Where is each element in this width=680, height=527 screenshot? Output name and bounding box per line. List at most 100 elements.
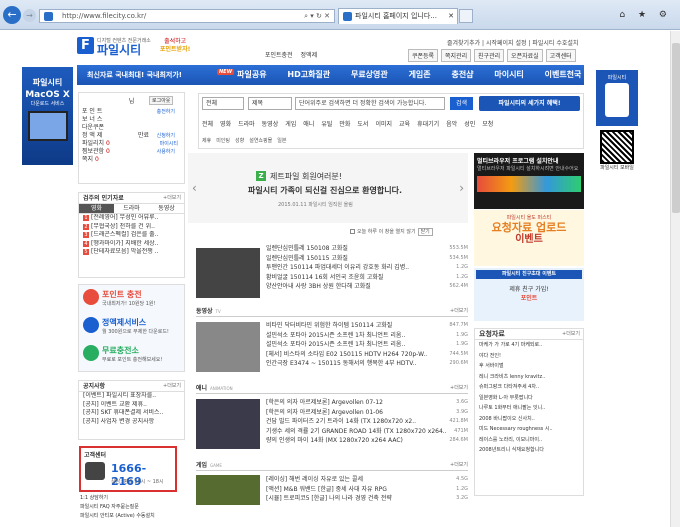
list-item[interactable]: 4 [땡과마이가] 지배한 세상..	[79, 240, 184, 249]
notice-more-link[interactable]: +더보기	[163, 381, 181, 392]
subscription-link[interactable]: 정액제	[301, 52, 318, 59]
nav-item-free[interactable]: 무료상영관	[351, 69, 388, 80]
back-button[interactable]: ←	[3, 6, 21, 24]
support-button[interactable]: 고객센터	[545, 49, 576, 62]
cat-video[interactable]: 동영상	[262, 121, 279, 128]
list-item[interactable]: [체서] 비스타의 소타입 E02 150115 HDTV H264 720p-…	[266, 350, 468, 360]
qr-code-block[interactable]: 파일시티 모바일	[596, 130, 638, 174]
scrollbar-thumb[interactable]	[672, 43, 680, 213]
vertical-scrollbar[interactable]	[670, 31, 680, 527]
list-item[interactable]: [공지] 이벤트 교환 제휴..	[79, 401, 184, 410]
nav-item-shop[interactable]: 충전샵	[451, 69, 473, 80]
list-item[interactable]: [이벤트] 파일시티 표창자를..	[79, 392, 184, 401]
consult-link[interactable]: 1:1 상담하기	[80, 494, 185, 503]
list-item[interactable]: 5 [단테자료모음] 막을전쟁 ..	[79, 248, 184, 257]
cat-book[interactable]: 도서	[357, 121, 368, 128]
benefits-banner[interactable]: 파일시티의 세가지 혜택!	[479, 96, 580, 111]
category-select[interactable]: 전체	[202, 97, 244, 110]
list-item[interactable]: [시뮬] 트로피코5 [한글] 나의 나라 경영 건축 전략 3.2G	[266, 494, 468, 504]
list-item[interactable]: 일렌단심민틀레 150115 고화질 534.5M	[266, 254, 468, 264]
friend-invite-ad[interactable]: 파일시티 친구초대 이벤트 제휴 친구 가입! 포인트	[474, 268, 584, 321]
site-logo-icon[interactable]: F	[77, 37, 94, 54]
activex-link[interactable]: 파일시티 안티포 (Active) 수동설치	[80, 512, 185, 521]
multibrowser-ad[interactable]: 멀티브라우저 프로그램 설치안내 멀티브라우저 파일시티 설치하시려면 안내수어…	[474, 153, 584, 209]
coupon-button[interactable]: 쿠폰등록	[408, 49, 439, 62]
cat-music[interactable]: 음악	[446, 121, 457, 128]
friends-button[interactable]: 친구관리	[474, 49, 505, 62]
video-more-link[interactable]: +더보기	[450, 306, 468, 317]
forward-button[interactable]: →	[23, 9, 36, 22]
game-more-link[interactable]: +더보기	[450, 460, 468, 471]
list-item[interactable]: 량의 인생의 마이 14화 (MX 1280x720 x264 AAC) 284.…	[266, 436, 468, 446]
cat-mobile[interactable]: 휴대기기	[417, 121, 439, 128]
upload-event-ad[interactable]: 파일시티 올도 퍼스티 요청자료 업로드 이벤트	[474, 210, 584, 266]
attendance-promo[interactable]: 출석하고 포인트받자!	[160, 38, 190, 54]
list-item[interactable]: [학은의 의자 아르제보론] Argevollen 01-06 3.9G	[266, 408, 468, 418]
search-input[interactable]: 단어위주로 검색하면 더 정확한 검색이 가능합니다.	[295, 97, 445, 110]
nav-item-mycity[interactable]: 마이시티	[494, 69, 523, 80]
list-item[interactable]: [액션] M&B 워밴드 [한글] 중세 사대 자유 RPG 1.2G	[266, 485, 468, 495]
faq-link[interactable]: 파일시티 FAQ 자주묻는질문	[80, 503, 185, 512]
list-item[interactable]: 인간극장 E3474 ~ 150115 동해서의 행복한 4부 HDTV.. 29…	[266, 359, 468, 369]
subcat-shop[interactable]: 설연쇼핑몰	[249, 138, 272, 144]
address-bar[interactable]: http://www.filecity.co.kr/ ⌕ ▾ ↻ ✕	[39, 9, 335, 23]
site-logo[interactable]: 디지털 컨텐츠 전문거래소 파일시티	[97, 37, 157, 57]
search-button[interactable]: 검색	[450, 97, 473, 110]
tab-video[interactable]: 동영상	[149, 204, 184, 213]
mobile-ad-banner[interactable]: 파일시티	[596, 70, 638, 126]
free-charge-service[interactable]: 무료충전소 무료로 포인트 충전해보세요!	[83, 345, 183, 363]
cat-edu[interactable]: 교육	[399, 121, 410, 128]
list-item[interactable]: 양산안아내 사랑 3BH 상원 한다해 고화질 562.4M	[266, 282, 468, 292]
cat-movie[interactable]: 영화	[220, 121, 231, 128]
list-item[interactable]: 3 [드래곤스펙컬] 검은를 출..	[79, 231, 184, 240]
list-item[interactable]: [공지] SKT 휴대폰결제 서비스..	[79, 409, 184, 418]
message-button[interactable]: 쪽지관리	[441, 49, 472, 62]
subcat-japan[interactable]: 일본	[277, 138, 286, 144]
list-item[interactable]: 투맨인간 150114 파업대세더 이유리 강호동 화리 김병.. 1.2G	[266, 263, 468, 273]
list-item[interactable]: 야다 전인!	[475, 351, 583, 362]
subscribe-link[interactable]: 신청하기	[157, 132, 175, 140]
cat-game[interactable]: 게임	[285, 121, 296, 128]
field-select[interactable]: 제목	[248, 97, 292, 110]
list-item[interactable]: 설민석소 포타아 2015시즌 소프렌 1차 최니언트 리옴.. 1.9G	[266, 331, 468, 341]
subscription-service[interactable]: 정액제서비스 월 300원으로 무제한 다운로드!	[83, 317, 183, 335]
list-item[interactable]: 레이스를 노라리, 이모니마이..	[475, 435, 583, 446]
list-item[interactable]: [학은의 의자 아르제보론] Argevollen 07-12 3.6G	[266, 398, 468, 408]
open-archive-button[interactable]: 오픈자료실	[507, 49, 543, 62]
list-item[interactable]: 2 [무협국상] 천하를 건 위..	[79, 223, 184, 232]
cat-util[interactable]: 유틸	[321, 121, 332, 128]
list-item[interactable]: 일본영화 L-아 무릇팝니다	[475, 393, 583, 404]
customer-center[interactable]: 고객센터 1666-2169 상담: 평일 10시 ~ 18시	[79, 446, 177, 492]
subcat-style[interactable]: 성향	[235, 138, 244, 144]
anime-more-link[interactable]: +더보기	[450, 383, 468, 394]
use-link[interactable]: 사용하기	[157, 148, 175, 156]
tab-close-icon[interactable]: ✕	[448, 9, 454, 24]
list-item[interactable]: [레이싱] 해번 레이싱 자유로 있는 콜세 4.5G	[266, 475, 468, 485]
macos-ad-banner[interactable]: 파일시티 MacOS X 다운로드 서비스	[22, 67, 73, 165]
list-item[interactable]: 기생수 세의 격률 2기 GRANDE ROAD 14화 (TX 1280x72…	[266, 427, 468, 437]
list-item[interactable]: 일렌단심민틀레 150108 고화질 553.5M	[266, 244, 468, 254]
point-charge-link[interactable]: 포인트충전	[265, 52, 293, 59]
anime-thumbnail[interactable]	[196, 399, 260, 449]
nav-item-fileshare[interactable]: NEW 파일공유	[217, 69, 267, 80]
video-thumbnail[interactable]	[196, 248, 260, 298]
point-charge-service[interactable]: 포인트 충전 국내최저가! 10원당 1원!	[83, 289, 183, 307]
cat-comic[interactable]: 만화	[339, 121, 350, 128]
list-item[interactable]: 후 서바이벌	[475, 361, 583, 372]
list-item[interactable]: 레니 크라비츠 lenny kravitz..	[475, 372, 583, 383]
cat-adult[interactable]: 성인	[464, 121, 475, 128]
top-utility-links[interactable]: 즐겨찾기추가 | 시작페이지 설정 | 파일시티 수호설치	[447, 38, 578, 47]
nav-item-hd[interactable]: HD고화질관	[287, 69, 330, 80]
cat-image[interactable]: 이미지	[375, 121, 392, 128]
browser-tab[interactable]: 파일시티 홈페이지 입니다... ✕	[338, 8, 458, 24]
game-thumbnail[interactable]	[196, 475, 260, 505]
list-item[interactable]: 나루토 1화부터 애니팔는 잇니..	[475, 403, 583, 414]
list-item[interactable]: 건담 빌드 파이터즈 2기 트라이 14화 (TX 1280x720 x2.. 4…	[266, 417, 468, 427]
list-item[interactable]: 황비얼굴 150114 16회 서인국 조윤희 고화질 1.2G	[266, 273, 468, 283]
list-item[interactable]: 마케가 가 가로 4기 마케되로..	[475, 340, 583, 351]
cat-more[interactable]: 모청	[482, 121, 493, 128]
list-item[interactable]: [공지] 사업자 변경 공지사항	[79, 418, 184, 427]
tab-drama[interactable]: 드라마	[114, 204, 149, 213]
list-item[interactable]: 미드 Necessary roughness 시..	[475, 424, 583, 435]
browser-tools-icons[interactable]: ⌂ ★ ⚙	[619, 10, 672, 20]
